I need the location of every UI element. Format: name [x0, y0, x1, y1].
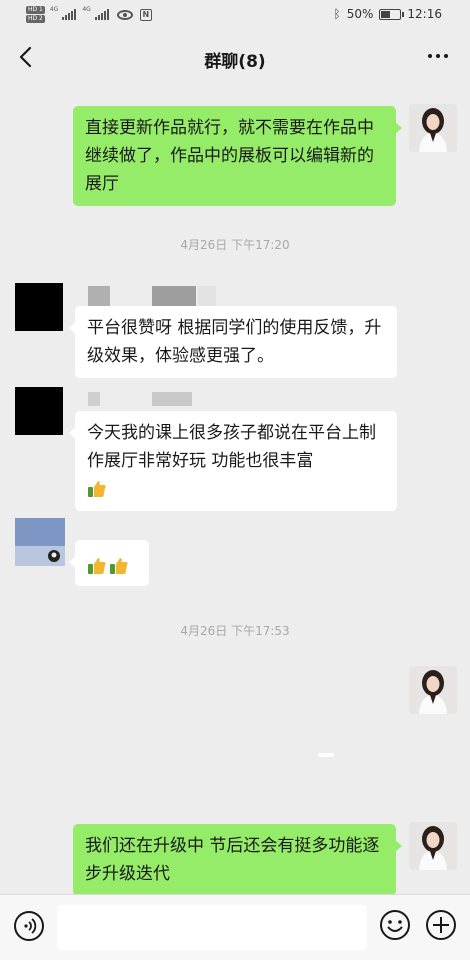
network-type-2: 4G [82, 6, 91, 13]
eye-icon [116, 9, 133, 20]
message-bubble-mine[interactable]: 我们还在升级中 节后还会有挺多功能逐步升级迭代 [73, 824, 402, 896]
hd2-badge: HD 2 [26, 15, 45, 23]
sender-name-redacted [152, 286, 196, 306]
chat-title: 群聊(8) [204, 52, 266, 72]
my-avatar[interactable] [409, 822, 457, 870]
more-icon[interactable] [428, 54, 448, 58]
nfc-icon: N [139, 8, 152, 21]
loading-indicator [318, 753, 334, 757]
plus-icon[interactable] [425, 909, 457, 941]
message-input[interactable] [57, 905, 367, 950]
sender-avatar[interactable] [15, 518, 65, 566]
thumbs-up-icon [87, 557, 107, 575]
network-type-1: 4G [49, 6, 59, 13]
sender-avatar[interactable] [15, 283, 63, 331]
sender-name-redacted [198, 286, 216, 306]
message-text: 今天我的课上很多孩子都说在平台上制作展厅非常好玩 功能也很丰富 [87, 423, 376, 471]
message-bubble-other[interactable]: 今天我的课上很多孩子都说在平台上制作展厅非常好玩 功能也很丰富 [69, 411, 397, 511]
hd-indicator: HD 1 HD 2 [26, 6, 45, 23]
avatar-portrait [409, 104, 457, 152]
battery-icon [379, 8, 405, 20]
status-right: ᛒ 50% 12:16 [334, 7, 442, 21]
avatar-image [15, 518, 65, 566]
avatar-portrait [409, 666, 457, 714]
my-avatar[interactable] [409, 104, 457, 152]
sender-name-redacted [152, 392, 192, 406]
emoji-icon[interactable] [379, 909, 411, 941]
status-left: HD 1 HD 2 4G 4G N [26, 6, 152, 23]
hd1-badge: HD 1 [26, 6, 45, 14]
sender-name-redacted [88, 286, 110, 306]
bluetooth-icon: ᛒ [333, 7, 341, 21]
timestamp: 4月26日 下午17:53 [180, 624, 290, 638]
thumbs-up-icon [109, 557, 129, 575]
signal-icon [94, 9, 109, 20]
sender-name-redacted [88, 392, 100, 406]
input-bar [0, 894, 470, 960]
timestamp: 4月26日 下午17:20 [180, 238, 290, 252]
message-bubble-mine[interactable]: 直接更新作品就行，就不需要在作品中继续做了，作品中的展板可以编辑新的展厅 [73, 106, 402, 206]
message-bubble-other[interactable]: 平台很赞呀 根据同学们的使用反馈，升级效果，体验感更强了。 [69, 306, 397, 378]
thumbs-up-icon [87, 480, 107, 498]
voice-icon[interactable] [14, 911, 44, 941]
my-avatar[interactable] [409, 666, 457, 714]
battery-fill [381, 10, 390, 18]
avatar-portrait [409, 822, 457, 870]
sticker-bubble[interactable] [69, 540, 149, 586]
chat-header: 群聊(8) [0, 30, 470, 86]
signal-icon [62, 9, 77, 20]
status-bar: HD 1 HD 2 4G 4G N ᛒ 50% 12:16 [0, 0, 470, 30]
battery-percent: 50% [346, 7, 374, 21]
clock: 12:16 [407, 7, 442, 21]
sender-avatar[interactable] [15, 387, 63, 435]
